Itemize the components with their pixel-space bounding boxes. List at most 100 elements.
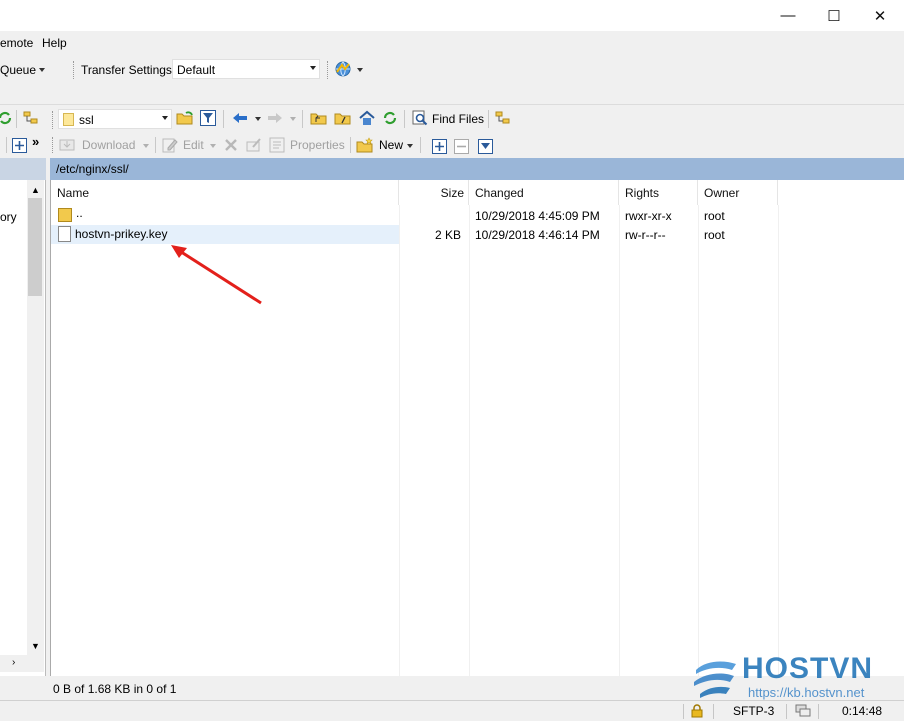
parent-directory-icon[interactable] bbox=[310, 109, 328, 127]
annotation-arrow bbox=[171, 245, 262, 305]
minimize-button[interactable]: — bbox=[765, 0, 811, 31]
maximize-button[interactable]: ☐ bbox=[811, 0, 857, 31]
table-row[interactable]: hostvn-prikey.key 2 KB 10/29/2018 4:46:1… bbox=[51, 225, 771, 244]
close-button[interactable]: ✕ bbox=[857, 0, 903, 31]
open-folder-icon[interactable] bbox=[176, 109, 194, 127]
local-path-bar bbox=[0, 158, 46, 180]
queue-dropdown-icon[interactable] bbox=[39, 68, 45, 72]
remote-folder-value: ssl bbox=[79, 113, 94, 127]
chevron-down-icon[interactable] bbox=[290, 117, 296, 121]
table-row[interactable]: .. 10/29/2018 4:45:09 PM rwxr-xr-x root bbox=[51, 206, 771, 225]
selection-status: 0 B of 1.68 KB in 0 of 1 bbox=[53, 682, 177, 696]
transfer-settings-select[interactable]: Default bbox=[172, 59, 320, 79]
filter-select-icon[interactable] bbox=[476, 137, 494, 155]
refresh-icon[interactable] bbox=[0, 109, 14, 127]
globe-sync-icon[interactable] bbox=[334, 60, 352, 78]
separator bbox=[420, 137, 421, 153]
remote-file-list[interactable]: Name Size Changed Rights Owner .. 10/29/… bbox=[50, 180, 904, 676]
separator bbox=[16, 110, 17, 128]
separator bbox=[302, 110, 303, 128]
column-divider bbox=[469, 205, 470, 676]
divider bbox=[0, 104, 904, 105]
toolbar-grip bbox=[52, 137, 55, 153]
find-files-button[interactable]: Find Files bbox=[432, 112, 484, 126]
column-header-rights[interactable]: Rights bbox=[619, 180, 698, 205]
properties-icon[interactable] bbox=[268, 136, 286, 154]
local-item-label[interactable]: ory bbox=[0, 210, 17, 224]
back-arrow-icon[interactable] bbox=[231, 109, 249, 127]
select-all-icon[interactable] bbox=[430, 137, 448, 155]
edit-button[interactable]: Edit bbox=[183, 138, 204, 152]
network-icon bbox=[795, 704, 811, 718]
file-name: .. bbox=[76, 206, 83, 220]
column-header-size[interactable]: Size bbox=[399, 180, 469, 205]
separator bbox=[6, 137, 7, 153]
hostvn-url: https://kb.hostvn.net bbox=[748, 685, 865, 700]
refresh-icon[interactable] bbox=[381, 109, 399, 127]
hostvn-logo-icon bbox=[694, 661, 736, 698]
scroll-thumb[interactable] bbox=[28, 198, 42, 296]
toolbar-file-operations: » Download Edit Properties New bbox=[0, 134, 904, 158]
column-divider bbox=[399, 205, 400, 676]
chevron-down-icon[interactable] bbox=[407, 144, 413, 148]
delete-icon[interactable] bbox=[222, 136, 240, 154]
vertical-scrollbar[interactable]: ▲ ▼ bbox=[27, 180, 44, 655]
local-panel: ory ▲ ▼ › bbox=[0, 158, 46, 676]
chevron-down-icon bbox=[162, 116, 168, 120]
queue-button[interactable]: Queue bbox=[0, 63, 36, 77]
protocol-label: SFTP-3 bbox=[733, 704, 775, 718]
file-rights: rwxr-xr-x bbox=[625, 209, 672, 223]
tree-icon[interactable] bbox=[494, 109, 512, 127]
file-changed: 10/29/2018 4:45:09 PM bbox=[475, 209, 600, 223]
new-button[interactable]: New bbox=[379, 138, 403, 152]
tree-icon[interactable] bbox=[22, 109, 40, 127]
rename-icon[interactable] bbox=[245, 136, 263, 154]
file-changed: 10/29/2018 4:46:14 PM bbox=[475, 228, 600, 242]
separator bbox=[404, 110, 405, 128]
find-files-icon[interactable] bbox=[411, 109, 429, 127]
column-header-changed[interactable]: Changed bbox=[469, 180, 619, 205]
separator bbox=[488, 110, 489, 128]
download-icon[interactable] bbox=[58, 136, 76, 154]
scroll-down-icon[interactable]: ▼ bbox=[31, 641, 40, 651]
hostvn-watermark: HOSTVN https://kb.hostvn.net bbox=[690, 652, 890, 704]
separator bbox=[223, 110, 224, 128]
separator bbox=[683, 704, 684, 719]
horizontal-scrollbar[interactable]: › bbox=[0, 655, 44, 672]
menu-bar: emote Help bbox=[0, 31, 904, 55]
column-divider bbox=[619, 205, 620, 676]
filter-icon[interactable] bbox=[199, 109, 217, 127]
chevron-down-icon[interactable] bbox=[143, 144, 149, 148]
new-folder-icon[interactable] bbox=[356, 136, 374, 154]
menu-help[interactable]: Help bbox=[42, 36, 67, 50]
unselect-icon[interactable] bbox=[452, 137, 470, 155]
download-button[interactable]: Download bbox=[82, 138, 135, 152]
properties-button[interactable]: Properties bbox=[290, 138, 345, 152]
more-button[interactable]: » bbox=[32, 134, 39, 149]
home-icon[interactable] bbox=[358, 109, 376, 127]
elapsed-time: 0:14:48 bbox=[842, 704, 883, 718]
separator bbox=[155, 137, 156, 153]
remote-path: /etc/nginx/ssl/ bbox=[56, 162, 129, 176]
column-header-name[interactable]: Name bbox=[51, 180, 399, 205]
toolbar-grip bbox=[327, 61, 330, 79]
scroll-right-icon[interactable]: › bbox=[12, 657, 15, 668]
scroll-up-icon[interactable]: ▲ bbox=[31, 185, 40, 195]
chevron-down-icon[interactable] bbox=[357, 68, 363, 72]
add-icon[interactable] bbox=[10, 136, 28, 154]
chevron-down-icon[interactable] bbox=[255, 117, 261, 121]
chevron-down-icon[interactable] bbox=[210, 144, 216, 148]
transfer-settings-label: Transfer Settings bbox=[81, 63, 172, 77]
chevron-down-icon bbox=[310, 66, 316, 70]
separator bbox=[786, 704, 787, 719]
column-header-owner[interactable]: Owner bbox=[698, 180, 778, 205]
remote-folder-select[interactable]: ssl bbox=[58, 109, 172, 129]
root-directory-icon[interactable] bbox=[334, 109, 352, 127]
parent-folder-icon bbox=[58, 208, 72, 222]
column-divider bbox=[778, 205, 779, 676]
hostvn-brand: HOSTVN bbox=[742, 652, 874, 685]
edit-icon[interactable] bbox=[161, 136, 179, 154]
forward-arrow-icon[interactable] bbox=[266, 109, 284, 127]
lock-icon bbox=[690, 704, 704, 718]
menu-remote[interactable]: emote bbox=[0, 36, 33, 50]
